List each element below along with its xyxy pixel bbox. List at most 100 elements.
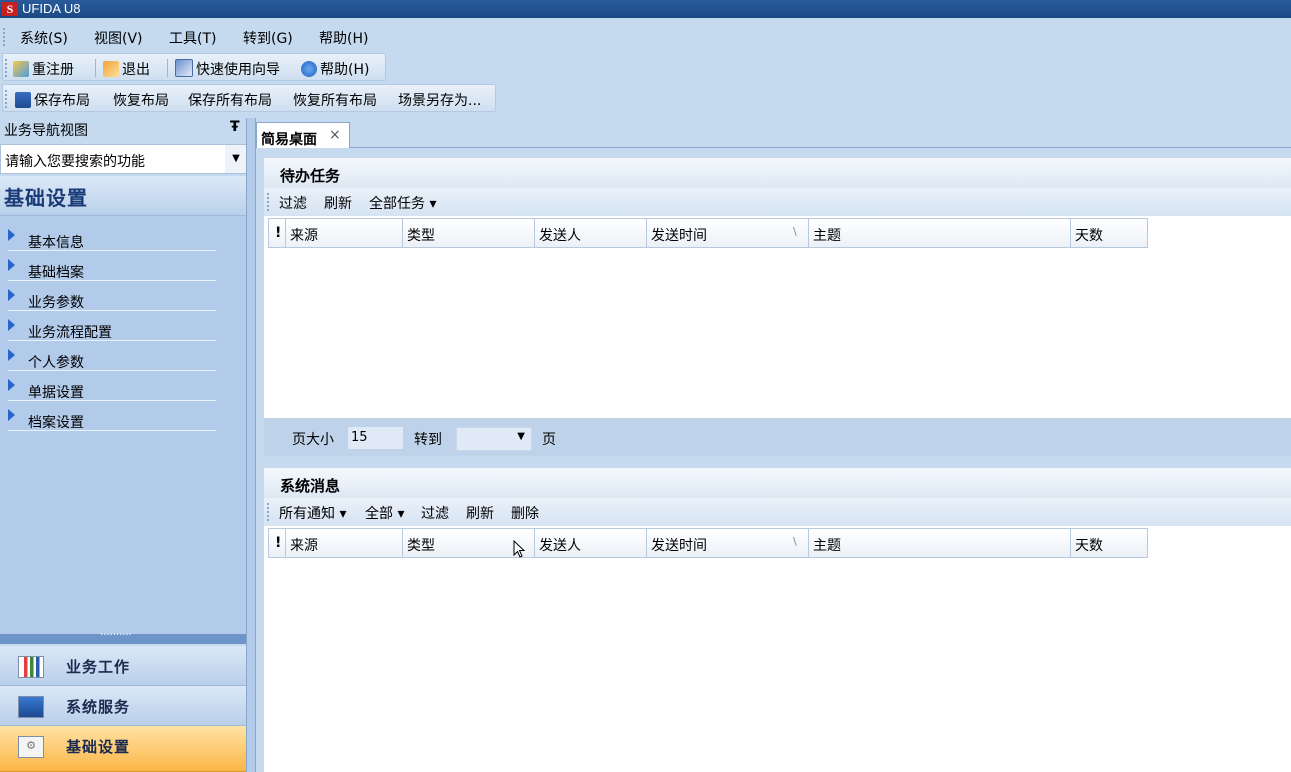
nav-item-business-params[interactable]: 业务参数 bbox=[8, 284, 216, 311]
messages-filter-button[interactable]: 过滤 bbox=[421, 503, 449, 523]
page-size-label: 页大小 bbox=[292, 432, 334, 448]
messages-refresh-button[interactable]: 刷新 bbox=[466, 503, 494, 523]
toolbar-grip[interactable] bbox=[5, 90, 9, 108]
tab-simple-desktop[interactable]: 简易桌面 × bbox=[256, 122, 350, 150]
nav-section-title: 基础设置 bbox=[4, 186, 88, 210]
help-button[interactable]: 帮助(H) bbox=[301, 59, 369, 79]
messages-toolbar: 所有通知 ▾ 全部 ▾ 过滤 刷新 删除 bbox=[264, 498, 1291, 526]
toolbar-grip[interactable] bbox=[267, 193, 271, 211]
menu-help[interactable]: 帮助(H) bbox=[319, 28, 368, 48]
expand-arrow-icon bbox=[8, 379, 15, 391]
column-header-source[interactable]: 来源 bbox=[285, 218, 405, 248]
nav-item-process-config[interactable]: 业务流程配置 bbox=[8, 314, 216, 341]
column-header-send-time[interactable]: 发送时间 \ bbox=[646, 218, 811, 248]
column-header-sender[interactable]: 发送人 bbox=[534, 218, 649, 248]
column-header-days[interactable]: 天数 bbox=[1070, 528, 1148, 558]
messages-delete-button[interactable]: 删除 bbox=[511, 503, 539, 523]
main-toolbar: 重注册 退出 快速使用向导 帮助(H) bbox=[2, 53, 386, 81]
toolbar-separator bbox=[167, 59, 168, 77]
restore-all-layouts-button[interactable]: 恢复所有布局 bbox=[293, 90, 377, 110]
window-title: UFIDA U8 bbox=[22, 1, 81, 16]
sort-indicator-icon: \ bbox=[793, 535, 797, 548]
todo-refresh-button[interactable]: 刷新 bbox=[324, 193, 352, 213]
nav-item-label: 基本信息 bbox=[28, 235, 84, 251]
module-button-business-work[interactable]: 业务工作 bbox=[0, 646, 246, 686]
messages-panel-title: 系统消息 bbox=[280, 477, 341, 495]
pin-icon[interactable]: Ŧ bbox=[230, 119, 240, 135]
menu-goto[interactable]: 转到(G) bbox=[243, 28, 293, 48]
chevron-down-icon: ▼ bbox=[517, 431, 525, 442]
messages-panel-header: 系统消息 bbox=[264, 468, 1291, 499]
toolbar-grip[interactable] bbox=[267, 503, 271, 521]
desktop-content: 待办任务 过滤 刷新 全部任务 ▾ ! 来源 类型 发送人 发送时间 \ 主题 天… bbox=[256, 148, 1291, 772]
save-layout-button[interactable]: 保存布局 bbox=[15, 90, 90, 110]
gear-icon: ⚙ bbox=[18, 736, 44, 758]
menu-view[interactable]: 视图(V) bbox=[94, 28, 143, 48]
search-input[interactable]: 请输入您要搜索的功能 bbox=[5, 151, 145, 171]
save-icon bbox=[15, 92, 31, 108]
todo-grid: ! 来源 类型 发送人 发送时间 \ 主题 天数 bbox=[264, 216, 1291, 418]
todo-pager: 页大小 15 转到 ▼ 页 bbox=[264, 418, 1291, 456]
menubar-grip[interactable] bbox=[3, 28, 7, 46]
save-all-layouts-button[interactable]: 保存所有布局 bbox=[188, 90, 272, 110]
nav-item-personal-params[interactable]: 个人参数 bbox=[8, 344, 216, 371]
nav-item-document-settings[interactable]: 单据设置 bbox=[8, 374, 216, 401]
function-search-box[interactable]: 请输入您要搜索的功能 ▼ bbox=[0, 144, 248, 174]
app-logo-icon: S bbox=[2, 2, 18, 16]
expand-arrow-icon bbox=[8, 409, 15, 421]
nav-item-basic-info[interactable]: 基本信息 bbox=[8, 224, 216, 251]
expand-arrow-icon bbox=[8, 259, 15, 271]
toolbar-separator bbox=[95, 59, 96, 77]
wizard-label: 快速使用向导 bbox=[196, 62, 280, 78]
splitter-grip-dots: ·········· bbox=[100, 630, 132, 641]
column-header-days[interactable]: 天数 bbox=[1070, 218, 1148, 248]
pane-splitter[interactable] bbox=[246, 118, 256, 772]
nav-splitter[interactable]: ·········· bbox=[0, 630, 246, 644]
messages-grid: ! 来源 类型 发送人 发送时间 \ 主题 天数 bbox=[264, 526, 1291, 772]
column-header-subject[interactable]: 主题 bbox=[808, 528, 1073, 558]
nav-item-label: 业务参数 bbox=[28, 295, 84, 311]
save-scene-as-button[interactable]: 场景另存为... bbox=[398, 90, 481, 110]
monitor-icon bbox=[18, 696, 44, 718]
layout-toolbar: 保存布局 恢复布局 保存所有布局 恢复所有布局 场景另存为... bbox=[2, 84, 496, 112]
module-button-label: 基础设置 bbox=[66, 738, 131, 756]
todo-all-tasks-dropdown[interactable]: 全部任务 ▾ bbox=[369, 193, 436, 213]
help-label: 帮助(H) bbox=[320, 62, 370, 78]
column-header-source[interactable]: 来源 bbox=[285, 528, 405, 558]
all-notices-dropdown[interactable]: 所有通知 ▾ bbox=[279, 503, 346, 523]
wizard-icon bbox=[175, 59, 193, 77]
relogin-icon bbox=[13, 61, 29, 77]
column-header-subject[interactable]: 主题 bbox=[808, 218, 1073, 248]
column-header-type[interactable]: 类型 bbox=[402, 218, 537, 248]
menu-tools[interactable]: 工具(T) bbox=[169, 28, 216, 48]
module-button-system-service[interactable]: 系统服务 bbox=[0, 686, 246, 726]
module-button-label: 系统服务 bbox=[66, 698, 131, 716]
nav-pane-title: 业务导航视图 bbox=[4, 123, 88, 139]
search-dropdown-button[interactable]: ▼ bbox=[225, 145, 247, 173]
exit-button[interactable]: 退出 bbox=[103, 59, 150, 79]
chart-icon bbox=[18, 656, 44, 678]
todo-filter-button[interactable]: 过滤 bbox=[279, 193, 307, 213]
relogin-button[interactable]: 重注册 bbox=[13, 59, 74, 79]
nav-item-basic-archives[interactable]: 基础档案 bbox=[8, 254, 216, 281]
todo-panel-header: 待办任务 bbox=[264, 158, 1291, 189]
quick-wizard-button[interactable]: 快速使用向导 bbox=[175, 59, 280, 79]
title-bar: S UFIDA U8 bbox=[0, 0, 1291, 18]
nav-item-label: 单据设置 bbox=[28, 385, 84, 401]
nav-item-archive-settings[interactable]: 档案设置 bbox=[8, 404, 216, 431]
exit-icon bbox=[103, 61, 119, 77]
all-dropdown[interactable]: 全部 ▾ bbox=[365, 503, 404, 523]
page-size-input[interactable]: 15 bbox=[348, 427, 403, 449]
goto-page-select[interactable]: ▼ bbox=[456, 427, 532, 451]
menu-system[interactable]: 系统(S) bbox=[20, 28, 68, 48]
module-button-basic-settings[interactable]: ⚙ 基础设置 bbox=[0, 726, 246, 772]
close-icon[interactable]: × bbox=[329, 127, 341, 143]
column-header-send-time[interactable]: 发送时间 \ bbox=[646, 528, 811, 558]
expand-arrow-icon bbox=[8, 319, 15, 331]
exit-label: 退出 bbox=[122, 62, 150, 78]
goto-label: 转到 bbox=[414, 432, 442, 448]
column-header-sender[interactable]: 发送人 bbox=[534, 528, 649, 558]
nav-section-header: 基础设置 bbox=[0, 176, 246, 216]
restore-layout-button[interactable]: 恢复布局 bbox=[113, 90, 169, 110]
toolbar-grip[interactable] bbox=[5, 59, 9, 77]
